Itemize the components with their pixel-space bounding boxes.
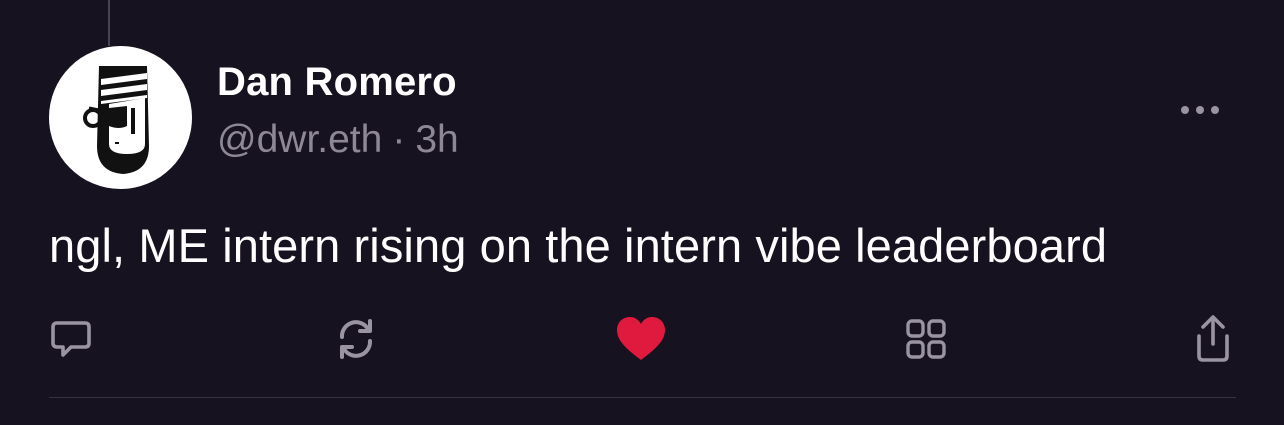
- share-icon: [1197, 315, 1229, 362]
- meta-separator: ·: [392, 118, 406, 161]
- more-options-button[interactable]: [1176, 94, 1224, 126]
- avatar[interactable]: [49, 46, 192, 189]
- heart-icon: [617, 317, 665, 360]
- avatar-pirate-illustration: [83, 66, 149, 174]
- author-handle[interactable]: @dwr.eth: [217, 118, 382, 161]
- recast-icon: [340, 319, 372, 359]
- more-horizontal-icon: [1181, 106, 1219, 114]
- thread-connector-line: [108, 0, 110, 46]
- post-divider: [49, 397, 1236, 398]
- reply-button[interactable]: [44, 312, 98, 366]
- comment-icon: [51, 321, 91, 357]
- post-timestamp: 3h: [415, 118, 459, 161]
- grid-icon: [906, 319, 946, 359]
- post-meta: @dwr.eth · 3h: [217, 118, 459, 162]
- apps-button[interactable]: [899, 312, 953, 366]
- author-name[interactable]: Dan Romero: [217, 60, 457, 105]
- share-button[interactable]: [1186, 312, 1240, 366]
- like-button[interactable]: [614, 312, 668, 366]
- recast-button[interactable]: [329, 312, 383, 366]
- post-text: ngl, ME intern rising on the intern vibe…: [49, 219, 1108, 272]
